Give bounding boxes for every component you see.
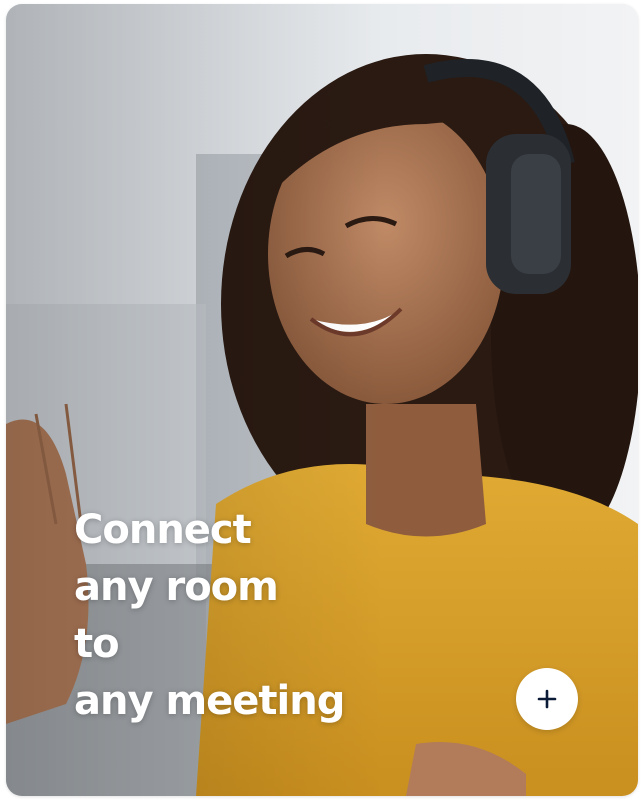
headline-line: Connect bbox=[74, 507, 252, 553]
expand-button[interactable] bbox=[516, 668, 578, 730]
promo-card[interactable]: Connect any room to any meeting bbox=[6, 4, 638, 796]
headline-line: to bbox=[74, 621, 120, 667]
headline-line: any meeting bbox=[74, 678, 345, 724]
headline-line: any room bbox=[74, 564, 279, 610]
card-headline: Connect any room to any meeting bbox=[74, 502, 345, 730]
plus-icon bbox=[537, 689, 557, 709]
